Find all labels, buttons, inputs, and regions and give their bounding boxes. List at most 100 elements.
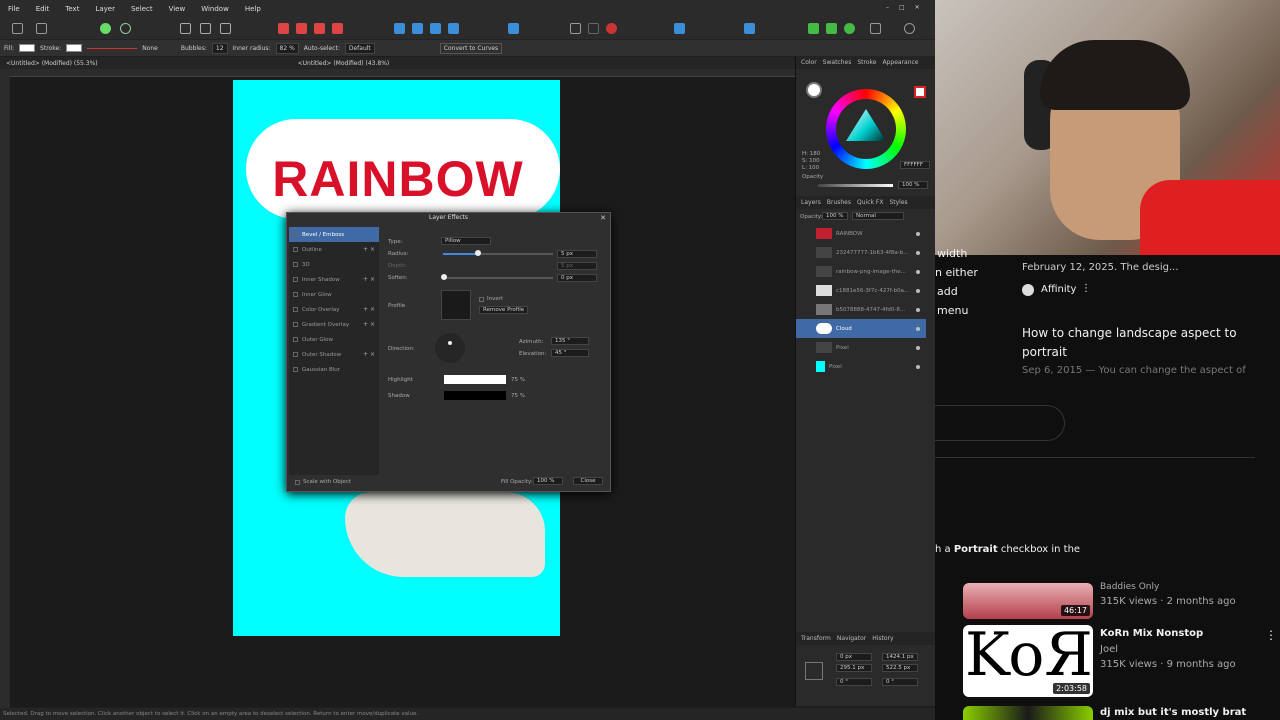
video-thumbnail[interactable]: KoЯn2:03:58 (963, 625, 1093, 697)
layer-row[interactable]: b5078888-4747-4fd0-8... (796, 300, 926, 319)
effect-controls[interactable]: + × (363, 276, 375, 283)
depth-field[interactable]: 5 px (557, 262, 597, 270)
radius-slider[interactable] (443, 253, 553, 255)
effect-gradient-overlay[interactable]: Gradient Overlay + × (289, 317, 379, 332)
remove-profile-button[interactable]: Remove Profile (479, 306, 529, 314)
layer-row[interactable]: Pixel (796, 357, 926, 376)
geometry-icon[interactable] (674, 23, 685, 34)
menu-view[interactable]: View (161, 5, 194, 13)
menu-window[interactable]: Window (193, 5, 237, 13)
profile-preview[interactable] (441, 290, 471, 320)
blend-mode-dropdown[interactable]: Normal (852, 212, 904, 220)
layer-row[interactable]: Pixel (796, 338, 926, 357)
mode-icon[interactable] (180, 23, 191, 34)
rotate-icon[interactable] (448, 23, 459, 34)
layer-row[interactable]: c1881e56-3f7c-427f-b0a... (796, 281, 926, 300)
effect-checkbox[interactable] (293, 292, 298, 297)
layer-row[interactable]: 232477777-1b63-4f8a-b... (796, 243, 926, 262)
persona-icon[interactable] (12, 23, 23, 34)
effect-controls[interactable]: + × (363, 306, 375, 313)
radius-slider-handle[interactable] (475, 250, 481, 256)
ruler-horizontal[interactable] (10, 69, 795, 77)
effect-gaussian-blur[interactable]: Gaussian Blur (289, 362, 379, 377)
y-field[interactable]: 295.1 px (836, 664, 872, 672)
shadow-opacity[interactable]: 75 % (511, 393, 525, 399)
effect-controls[interactable]: + × (363, 246, 375, 253)
soften-slider-handle[interactable] (441, 274, 447, 280)
effect-checkbox[interactable] (293, 247, 298, 252)
video-thumbnail[interactable] (963, 706, 1093, 720)
effect-outer-glow[interactable]: Outer Glow (289, 332, 379, 347)
fill-swatch[interactable] (19, 44, 36, 52)
color-mode-icon[interactable] (914, 86, 926, 98)
visibility-icon[interactable] (916, 345, 920, 350)
close-icon[interactable]: ✕ (915, 4, 920, 11)
menu-file[interactable]: File (0, 5, 28, 13)
menu-help[interactable]: Help (237, 5, 269, 13)
cat-image[interactable] (345, 492, 545, 577)
minimize-icon[interactable]: – (886, 4, 889, 11)
effect-controls[interactable]: + × (363, 321, 375, 328)
x-field[interactable]: 0 px (836, 653, 872, 661)
snapping-icon[interactable] (100, 23, 111, 34)
close-button[interactable]: Close (573, 477, 603, 485)
opacity-field[interactable]: 100 % (898, 181, 928, 189)
rotation-field[interactable]: 0 ° (836, 678, 872, 686)
visibility-icon[interactable] (916, 326, 920, 331)
effect-color-overlay[interactable]: Color Overlay + × (289, 302, 379, 317)
shadow-swatch[interactable] (444, 391, 506, 400)
effect-bevel-emboss[interactable]: Bevel / Emboss (289, 227, 379, 242)
effect-controls[interactable]: + × (363, 351, 375, 358)
menu-select[interactable]: Select (123, 5, 161, 13)
geometry-icon[interactable] (744, 23, 755, 34)
direction-handle[interactable] (448, 341, 452, 345)
layer-opacity-field[interactable]: 100 % (822, 212, 848, 220)
effect-checkbox[interactable] (293, 232, 298, 237)
tab-styles[interactable]: Styles (889, 199, 907, 206)
stroke-swatch[interactable] (66, 44, 83, 52)
auto-select-dropdown[interactable]: Default (344, 42, 375, 54)
opacity-slider[interactable] (818, 184, 893, 187)
order-icon[interactable] (296, 23, 307, 34)
visibility-icon[interactable] (916, 269, 920, 274)
tab-stroke[interactable]: Stroke (857, 59, 876, 66)
doc-tab-2[interactable]: <Untitled> (Modified) (43.8%) (298, 60, 390, 67)
visibility-icon[interactable] (916, 307, 920, 312)
fill-stroke-icon[interactable] (806, 82, 822, 98)
visibility-icon[interactable] (916, 231, 920, 236)
tab-layers[interactable]: Layers (801, 199, 821, 206)
visibility-icon[interactable] (916, 364, 920, 369)
rotate-icon[interactable] (412, 23, 423, 34)
layer-row-selected[interactable]: Cloud (796, 319, 926, 338)
effect-inner-shadow[interactable]: Inner Shadow + × (289, 272, 379, 287)
effect-checkbox[interactable] (293, 352, 298, 357)
azimuth-field[interactable]: 135 ° (551, 337, 589, 345)
ruler-vertical[interactable] (0, 69, 10, 709)
radius-field[interactable]: 5 px (557, 250, 597, 258)
effect-checkbox[interactable] (293, 337, 298, 342)
highlight-swatch[interactable] (444, 375, 506, 384)
color-wheel[interactable] (826, 89, 906, 169)
visibility-icon[interactable] (916, 288, 920, 293)
video-title[interactable]: KoRn Mix Nonstop (1100, 628, 1203, 639)
view-icon[interactable] (844, 23, 855, 34)
rainbow-text[interactable]: RAINBOW (248, 150, 548, 208)
align-icon[interactable] (508, 23, 519, 34)
effect-checkbox[interactable] (293, 277, 298, 282)
h-field[interactable]: 522.5 px (882, 664, 918, 672)
menu-edit[interactable]: Edit (28, 5, 58, 13)
boolean-icon[interactable] (570, 23, 581, 34)
video-thumbnail[interactable]: 46:17 (963, 583, 1093, 619)
fill-opacity-field[interactable]: 100 % (533, 477, 563, 485)
tab-appearance[interactable]: Appearance (882, 59, 918, 66)
flip-icon[interactable] (394, 23, 405, 34)
visibility-icon[interactable] (916, 250, 920, 255)
inner-radius-field[interactable]: 82 % (275, 42, 299, 54)
view-icon[interactable] (870, 23, 881, 34)
doc-tab-1[interactable]: <Untitled> (Modified) (55.3%) (6, 60, 98, 67)
type-dropdown[interactable]: Pillow (441, 237, 491, 245)
layer-row[interactable]: rainbow-png-image-the... (796, 262, 926, 281)
highlight-opacity[interactable]: 75 % (511, 377, 525, 383)
w-field[interactable]: 1424.1 px (882, 653, 918, 661)
result-channel[interactable]: Affinity (1041, 284, 1076, 295)
